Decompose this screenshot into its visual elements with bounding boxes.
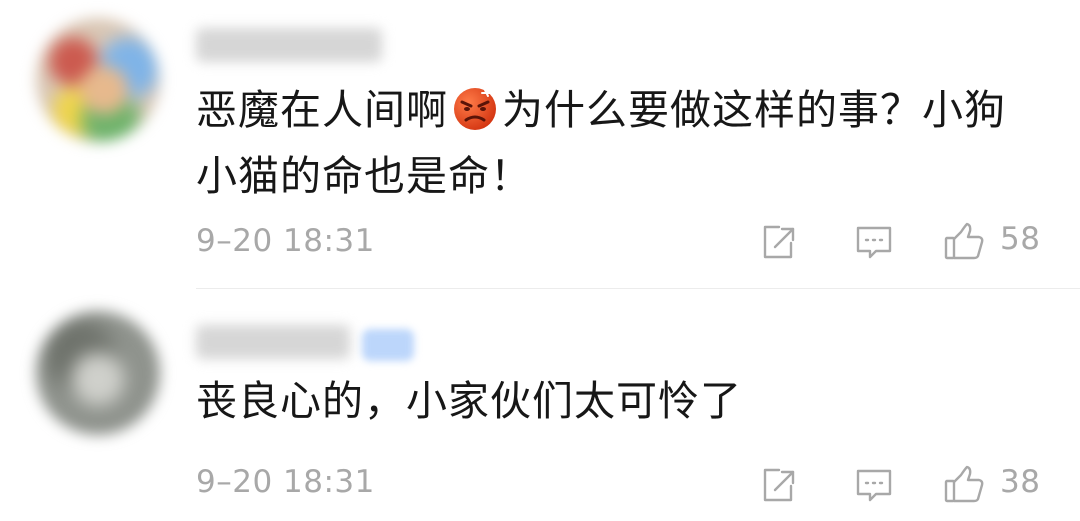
comment-text: 恶魔在人间啊 为什么要做这样的事？小狗 小猫的命也是命！ xyxy=(196,77,1036,209)
username-blurred[interactable] xyxy=(196,325,350,359)
comment-icon[interactable] xyxy=(852,220,896,264)
username-blurred[interactable] xyxy=(196,28,382,62)
comment-item: 恶魔在人间啊 为什么要做这样的事？小狗 小猫的命也是命！ 9–20 18:31 xyxy=(0,0,1080,288)
comment-icon[interactable] xyxy=(852,463,896,507)
timestamp: 9–20 18:31 xyxy=(196,464,375,500)
timestamp: 9–20 18:31 xyxy=(196,223,375,259)
like-count: 38 xyxy=(1000,464,1041,500)
avatar[interactable] xyxy=(36,311,160,435)
comment-item: 丧良心的，小家伙们太可怜了 9–20 18:31 38 xyxy=(0,289,1080,521)
comment-text-part: 为什么要做这样的事？小狗 xyxy=(502,86,1006,134)
comment-text-part: 小猫的命也是命！ xyxy=(196,152,532,200)
angry-face-emoji-icon xyxy=(454,88,496,130)
avatar[interactable] xyxy=(36,18,160,142)
user-badge-blurred xyxy=(362,329,414,361)
like-icon[interactable] xyxy=(942,220,986,264)
like-icon[interactable] xyxy=(942,463,986,507)
comment-text: 丧良心的，小家伙们太可怜了 xyxy=(196,377,742,425)
share-icon[interactable] xyxy=(756,463,800,507)
like-count: 58 xyxy=(1000,221,1041,257)
share-icon[interactable] xyxy=(756,220,800,264)
comment-text-part: 恶魔在人间啊 xyxy=(196,86,448,134)
